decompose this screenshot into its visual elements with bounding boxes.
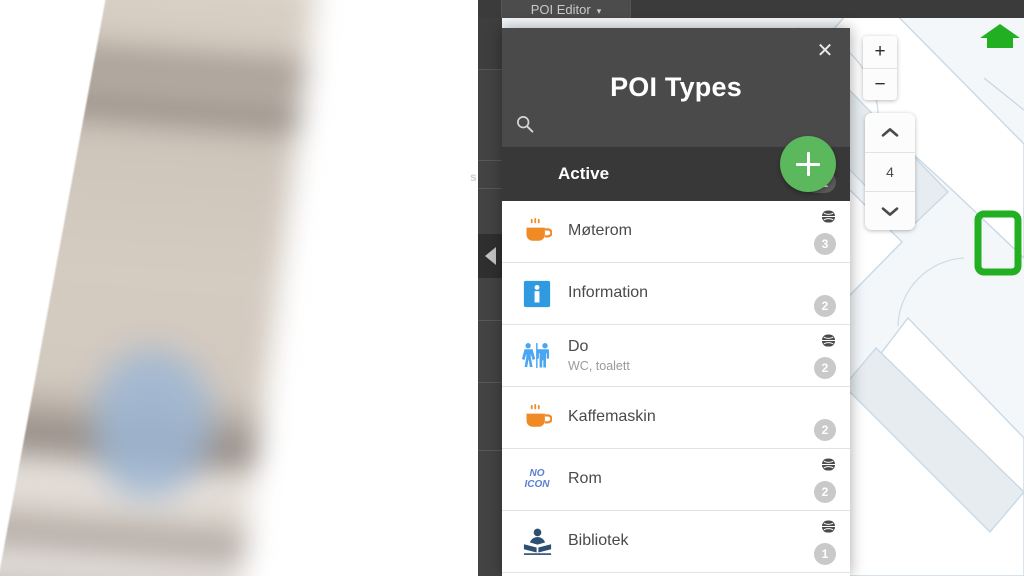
- list-item-text: Bibliotek: [568, 532, 628, 550]
- left-strip-divider: [478, 450, 502, 451]
- globe-icon: [821, 209, 836, 224]
- list-item-title: Bibliotek: [568, 532, 629, 550]
- list-item-title: Information: [568, 284, 649, 302]
- search-icon: [517, 116, 534, 133]
- list-item[interactable]: Møterom 3: [502, 201, 850, 263]
- list-item[interactable]: Kaffemaskin 2: [502, 387, 850, 449]
- information-icon: [516, 274, 558, 314]
- photo-white-edge: [0, 0, 120, 576]
- list-item-title: Møterom: [568, 222, 632, 240]
- background-photo: [0, 0, 502, 576]
- list-item[interactable]: NO ICON Rom 2: [502, 449, 850, 511]
- section-title: Active: [558, 164, 610, 183]
- coffee-cup-icon: [516, 212, 558, 252]
- list-item-count-badge: 2: [814, 357, 836, 379]
- no-icon-line-2: ICON: [524, 478, 550, 490]
- poi-types-panel: ✕ POI Types Active 1 2: [502, 28, 850, 576]
- globe-icon: [821, 333, 836, 348]
- chevron-up-icon: [881, 128, 899, 137]
- left-strip-divider: [478, 160, 502, 161]
- plus-icon: [796, 152, 820, 176]
- floor-down-button[interactable]: [865, 191, 915, 230]
- floor-selector-control: 4: [865, 113, 915, 230]
- list-item-text: Information: [568, 284, 648, 302]
- list-item-title: Kaffemaskin: [568, 408, 656, 426]
- zoom-out-button[interactable]: −: [863, 68, 897, 100]
- list-item[interactable]: Information 2: [502, 263, 850, 325]
- no-icon-placeholder: NO ICON: [516, 460, 558, 500]
- panel-collapse-handle[interactable]: [478, 234, 502, 278]
- list-item-subtitle: WC, toalett: [568, 358, 630, 373]
- search-input[interactable]: [543, 116, 780, 132]
- list-item-text: Rom: [568, 470, 602, 488]
- list-item-title: Do: [568, 338, 589, 356]
- map-zoom-control: + −: [863, 36, 897, 100]
- list-item-count-badge: 2: [814, 481, 836, 503]
- list-item-count-badge: 2: [814, 295, 836, 317]
- left-strip-divider: [478, 320, 502, 321]
- restroom-icon: [516, 336, 558, 376]
- globe-icon: [821, 519, 836, 534]
- left-strip-header: [478, 18, 502, 70]
- chevron-left-icon: [484, 247, 496, 265]
- no-icon-line-1: NO: [529, 467, 545, 479]
- list-item-count-badge: 1: [814, 543, 836, 565]
- list-item-count-badge: 3: [814, 233, 836, 255]
- list-item[interactable]: Do WC, toalett 2: [502, 325, 850, 387]
- close-icon[interactable]: ✕: [812, 38, 838, 64]
- coffee-cup-icon: [516, 398, 558, 438]
- app-root: POI Editor ▾ s ✕ POI Types Active Møtero…: [0, 0, 1024, 576]
- library-reader-icon: [516, 522, 558, 562]
- panel-header: ✕ POI Types: [502, 28, 850, 147]
- globe-icon: [821, 457, 836, 472]
- tab-label: POI Editor: [530, 2, 591, 17]
- search-row: [502, 107, 850, 141]
- floor-value: 4: [865, 152, 915, 191]
- left-strip-divider: [478, 188, 502, 189]
- list-item-text: Kaffemaskin: [568, 408, 656, 426]
- list-item-text: Møterom: [568, 222, 632, 240]
- chevron-down-icon: ▾: [596, 6, 602, 16]
- left-toolbar-strip: [478, 18, 502, 576]
- tab-poi-editor[interactable]: POI Editor ▾: [501, 0, 631, 18]
- zoom-in-button[interactable]: +: [863, 36, 897, 68]
- list-item-title: Rom: [568, 470, 602, 488]
- floor-up-button[interactable]: [865, 113, 915, 152]
- poi-type-list: Møterom 3 Information 2 Do WC, toalett 2…: [502, 201, 850, 576]
- list-item-count-badge: 2: [814, 419, 836, 441]
- add-poi-type-button[interactable]: [780, 136, 836, 192]
- list-item-text: Do WC, toalett: [568, 338, 630, 372]
- page-title: POI Types: [610, 72, 742, 102]
- list-item[interactable]: Bibliotek 1: [502, 511, 850, 573]
- chevron-down-icon: [881, 206, 899, 216]
- left-strip-text-fragment: s: [470, 170, 477, 184]
- left-strip-divider: [478, 382, 502, 383]
